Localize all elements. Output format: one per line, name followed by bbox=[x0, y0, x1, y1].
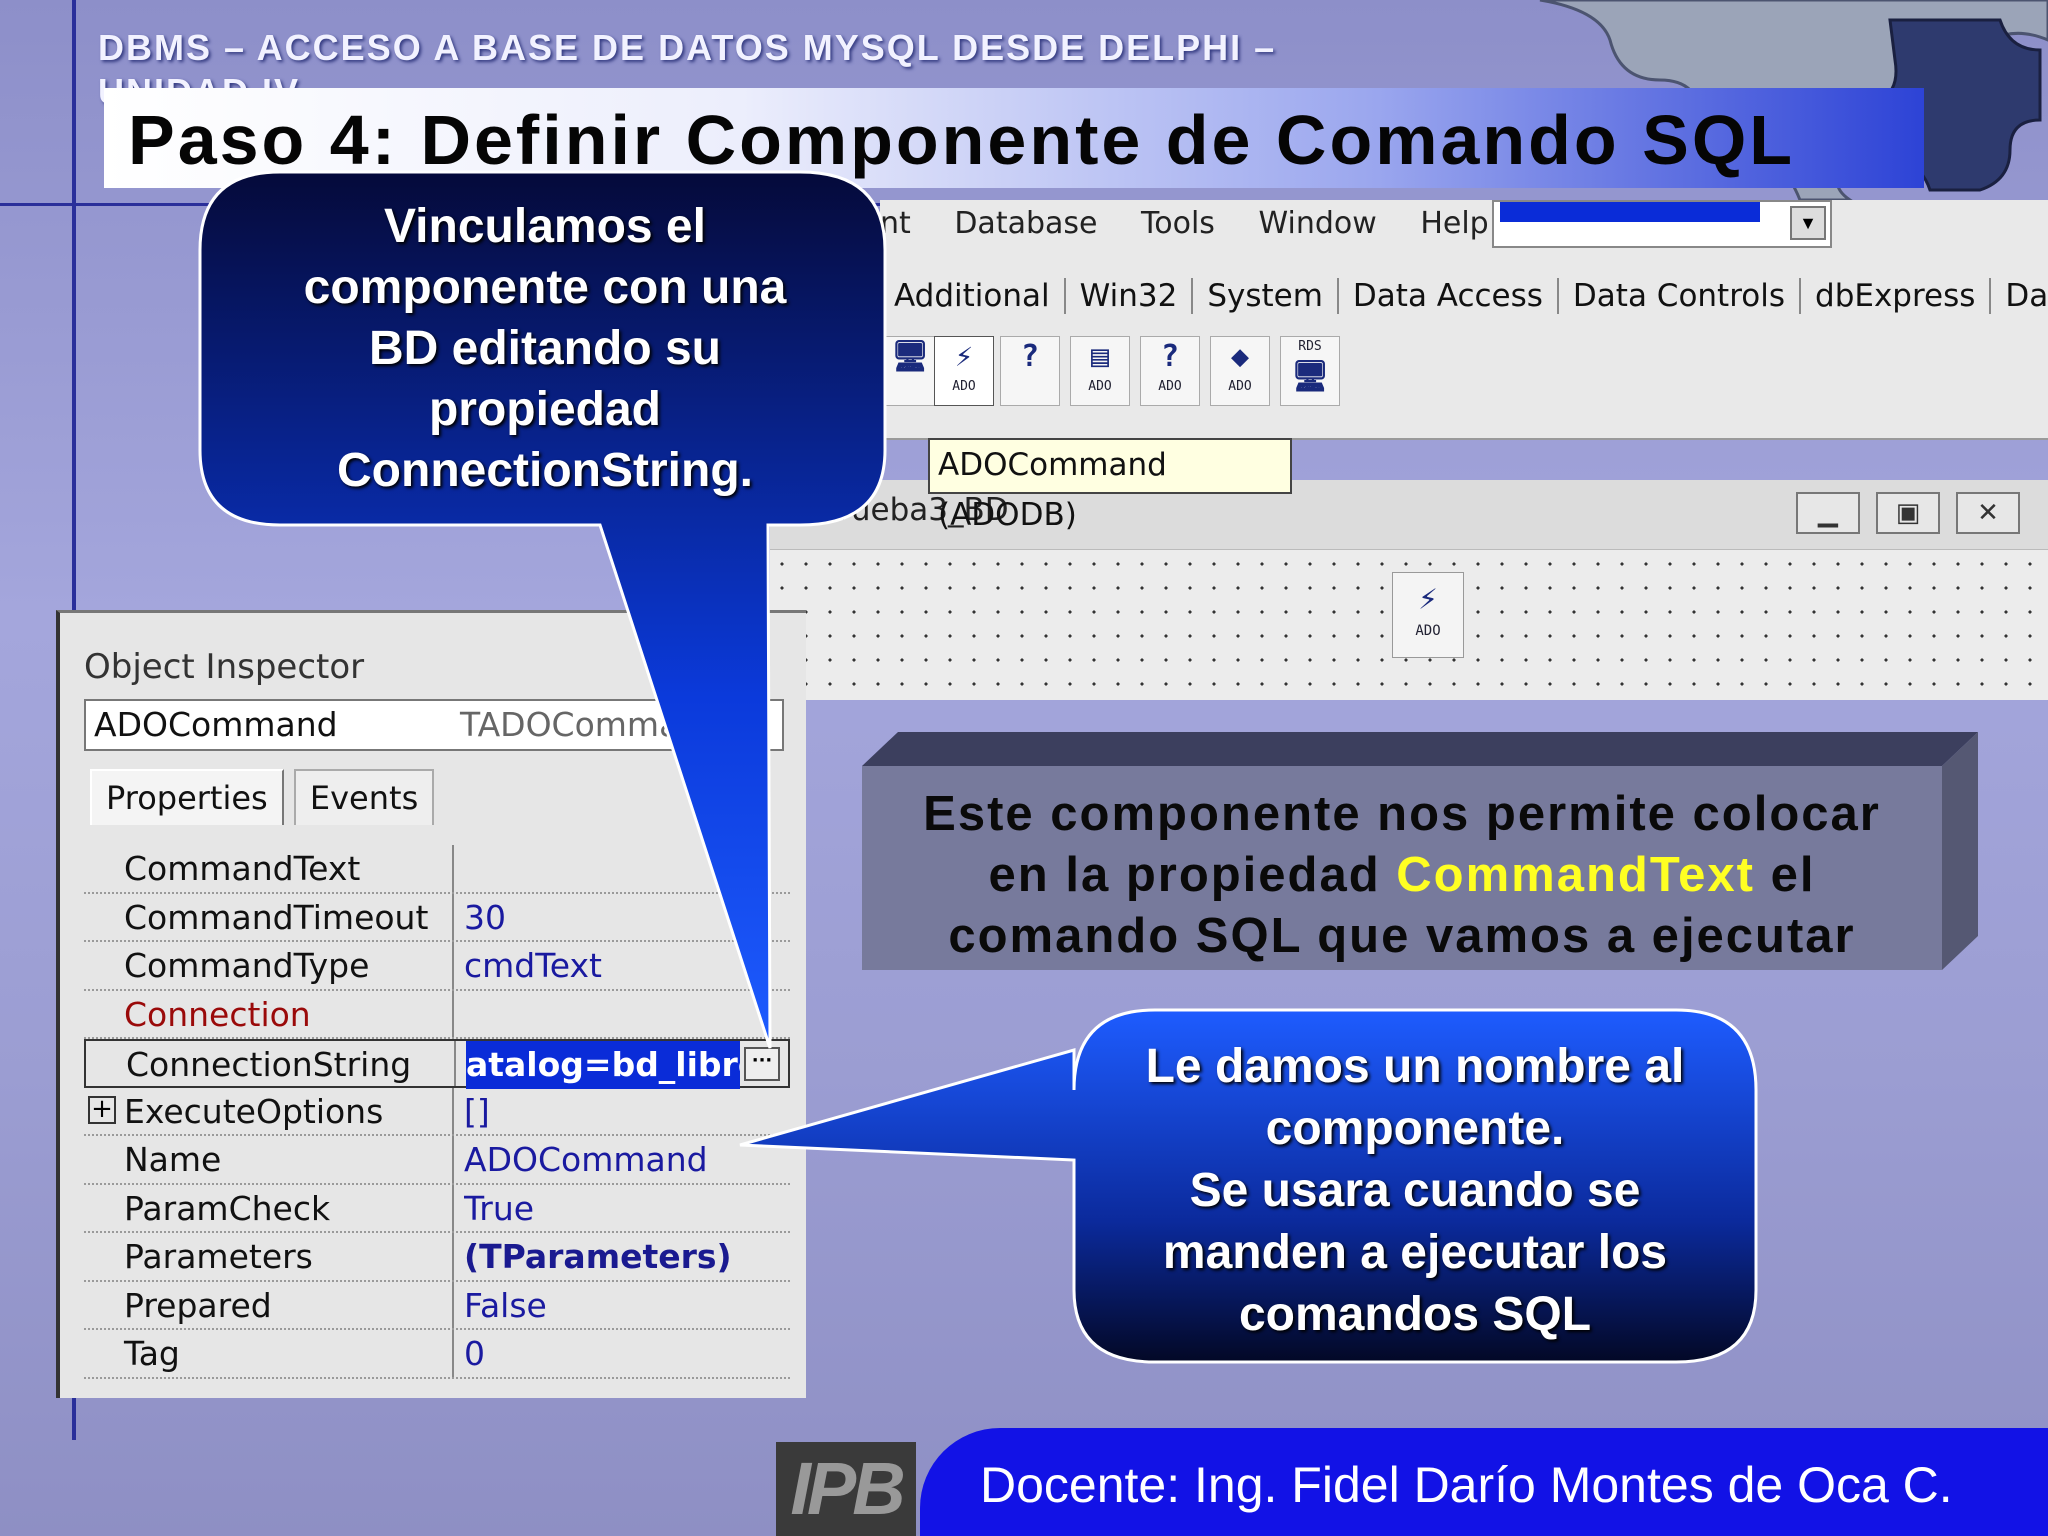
info-box-bevel-top bbox=[862, 732, 1978, 766]
info-box: Este componente nos permite colocar en l… bbox=[862, 766, 1942, 970]
footer-author: Docente: Ing. Fidel Darío Montes de Oca … bbox=[980, 1457, 1953, 1513]
institution-logo: IPB bbox=[776, 1442, 916, 1536]
commandtext-highlight: CommandText bbox=[1396, 848, 1755, 902]
callout-bottom-text: Le damos un nombre al componente. Se usa… bbox=[1145, 1040, 1685, 1341]
info-box-bevel-side bbox=[1942, 732, 1978, 970]
callout-top-text: Vinculamos el componente con una BD edit… bbox=[303, 200, 787, 497]
info-line-1: Este componente nos permite colocar bbox=[923, 787, 1881, 841]
info-line-3: comando SQL que vamos a ejecutar bbox=[948, 909, 1856, 963]
info-line-2: en la propiedad CommandText el bbox=[988, 848, 1816, 902]
